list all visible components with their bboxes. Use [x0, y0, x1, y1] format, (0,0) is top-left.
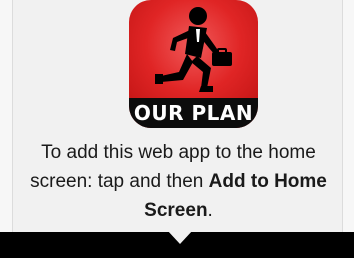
running-man-briefcase-icon [155, 7, 232, 92]
app-icon-banner: OUR PLAN [129, 98, 258, 128]
message-end: . [207, 200, 213, 221]
instruction-message: To add this web app to the home screen: … [17, 138, 340, 225]
add-to-home-screen-prompt: OUR PLAN To add this web app to the home… [0, 0, 354, 258]
message-part2: and then [129, 171, 204, 192]
app-icon: OUR PLAN [129, 0, 258, 128]
app-icon-banner-text: OUR PLAN [133, 101, 254, 125]
popup-pointer-arrow [167, 230, 193, 244]
popup-card: OUR PLAN To add this web app to the home… [12, 0, 343, 232]
